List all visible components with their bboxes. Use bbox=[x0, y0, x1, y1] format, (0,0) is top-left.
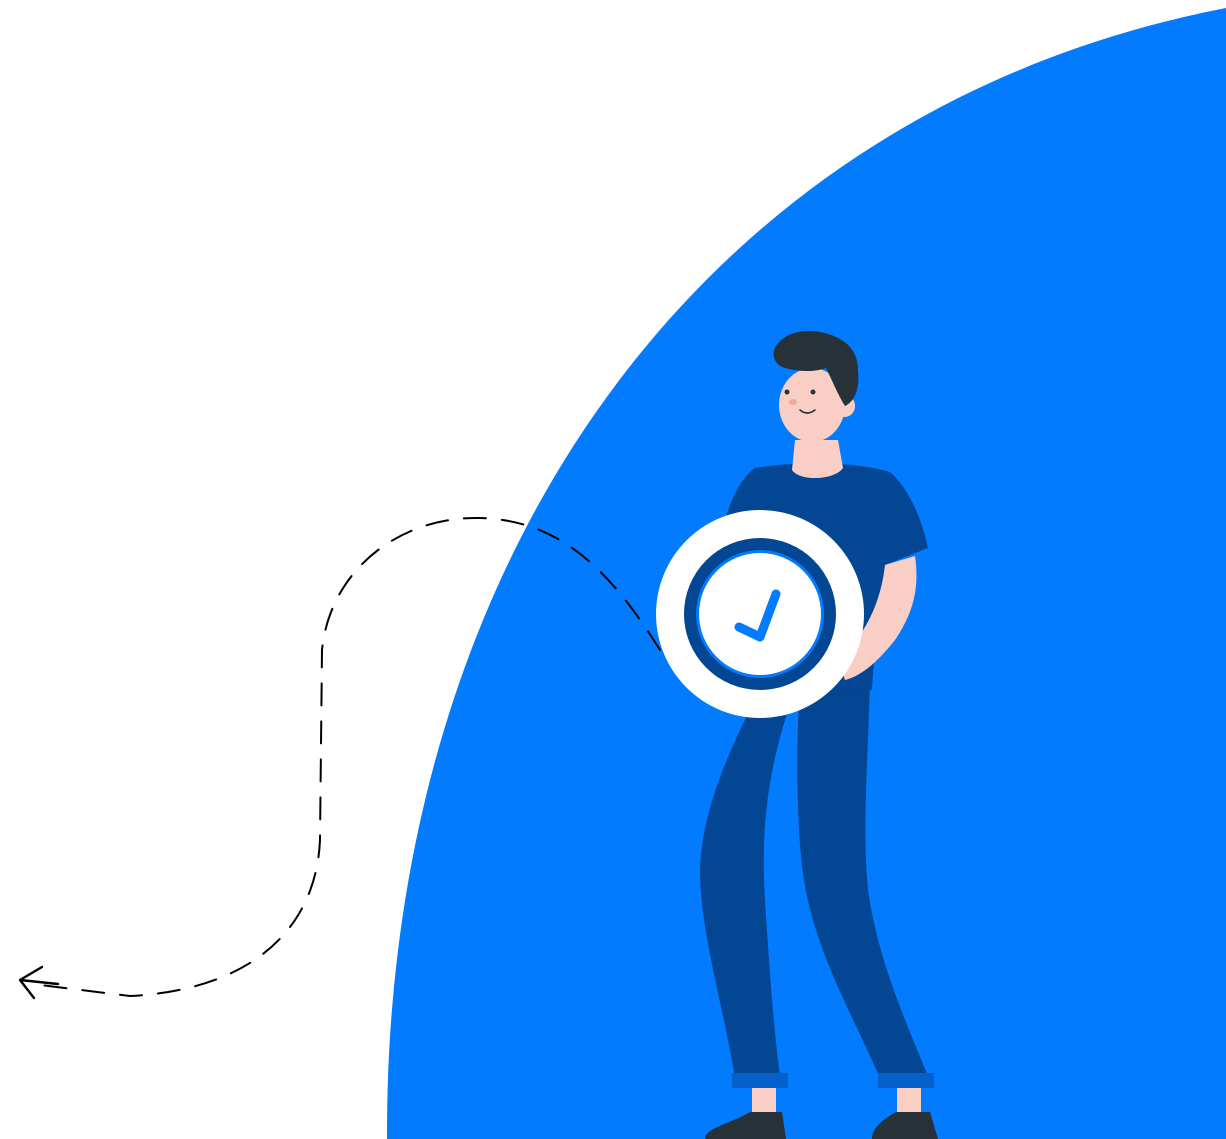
person-eye-right bbox=[810, 389, 816, 395]
person-eye-left bbox=[784, 389, 790, 395]
person-neck bbox=[792, 440, 843, 479]
hero-illustration bbox=[18, 8, 1226, 1139]
person-cuff-left bbox=[732, 1073, 788, 1088]
person-ankle-right bbox=[897, 1088, 921, 1114]
person-cuff-right bbox=[878, 1073, 934, 1088]
person-ankle-left bbox=[752, 1088, 776, 1114]
illustration-canvas bbox=[0, 0, 1226, 1139]
checkmark-badge-icon bbox=[656, 510, 864, 718]
person-nose bbox=[789, 399, 797, 405]
